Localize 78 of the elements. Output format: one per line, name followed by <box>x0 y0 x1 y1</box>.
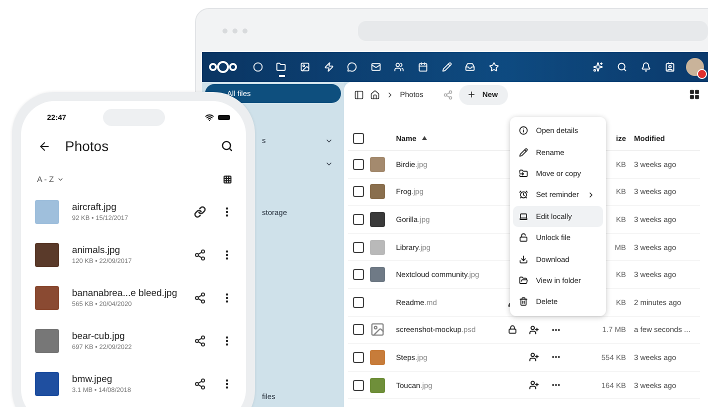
folder-arrow-icon <box>519 168 528 178</box>
plus-icon <box>467 90 476 99</box>
pencil-icon <box>442 62 452 72</box>
bell-icon <box>641 62 651 72</box>
contact-card-icon <box>665 62 675 72</box>
file-name[interactable]: bmw.jpeg <box>72 374 190 384</box>
file-name[interactable]: bananabrea...e bleed.jpg <box>72 288 190 298</box>
home-icon[interactable] <box>370 90 380 100</box>
grid-icon <box>222 174 232 184</box>
add-user-icon <box>529 380 539 390</box>
search-icon <box>617 62 627 72</box>
circle-icon <box>252 62 263 72</box>
photo-placeholder <box>370 156 385 172</box>
add-user-icon <box>529 324 539 335</box>
row-checkbox[interactable] <box>353 324 364 336</box>
share-icon <box>194 248 206 260</box>
unlock-icon <box>519 233 528 242</box>
sidebar-toggle-icon[interactable] <box>354 90 364 100</box>
mail-icon <box>370 62 381 72</box>
folder-icon <box>519 276 528 285</box>
file-name[interactable]: bear-cub.jpg <box>72 330 190 342</box>
row-checkbox[interactable] <box>353 158 364 170</box>
info-icon <box>519 126 528 136</box>
photo-placeholder <box>35 286 59 310</box>
photo-placeholder <box>370 212 385 227</box>
row-checkbox[interactable] <box>353 186 364 198</box>
folder-icon <box>276 62 286 72</box>
link-icon <box>194 206 206 218</box>
back-arrow-icon <box>38 140 50 152</box>
chat-bubble-icon <box>347 62 358 72</box>
chevron-right-icon <box>386 90 394 98</box>
photo-placeholder <box>370 378 385 393</box>
photo-placeholder <box>35 328 59 352</box>
sort-caret-icon <box>422 136 428 140</box>
image-icon <box>370 322 385 338</box>
pencil-icon <box>519 148 528 157</box>
wifi-icon <box>205 112 214 122</box>
window-dots-icon <box>222 28 248 34</box>
row-checkbox[interactable] <box>353 380 364 391</box>
row-checkbox[interactable] <box>353 214 364 225</box>
chevron-down-icon <box>56 176 64 182</box>
file-name[interactable]: animals.jpg <box>72 244 190 256</box>
share-icon <box>194 292 206 304</box>
share-icon <box>194 334 206 346</box>
sort-button[interactable]: A - Z <box>37 174 64 184</box>
row-checkbox[interactable] <box>353 269 364 280</box>
tray-icon <box>465 62 476 72</box>
avatar[interactable] <box>686 58 704 76</box>
share-icon <box>194 378 206 390</box>
photo-placeholder <box>35 200 59 224</box>
photo-placeholder <box>370 240 385 255</box>
photo-placeholder <box>370 267 385 282</box>
sparkle-icon <box>593 62 603 72</box>
star-icon <box>488 62 499 72</box>
grid-view-icon[interactable] <box>689 89 700 100</box>
battery-icon <box>218 114 230 120</box>
alarm-clock-icon <box>519 190 528 200</box>
row-checkbox[interactable] <box>353 296 364 308</box>
people-icon <box>394 62 404 72</box>
lightning-icon <box>324 62 334 72</box>
status-badge <box>697 69 707 79</box>
trash-icon <box>519 297 528 306</box>
select-all-checkbox[interactable] <box>353 132 364 144</box>
photo-placeholder <box>370 350 385 365</box>
search-icon <box>221 140 233 152</box>
row-checkbox[interactable] <box>353 242 364 253</box>
download-icon <box>519 254 528 264</box>
laptop-icon <box>519 212 528 221</box>
photo-placeholder <box>35 372 59 396</box>
photo-placeholder <box>370 184 385 200</box>
screen-title: Photos <box>65 138 110 154</box>
add-user-icon <box>529 352 539 362</box>
logo-icon <box>208 60 238 74</box>
image-icon <box>300 62 310 72</box>
photo-placeholder <box>35 242 59 266</box>
row-checkbox[interactable] <box>353 352 364 363</box>
calendar-icon <box>418 62 428 72</box>
file-name[interactable]: aircraft.jpg <box>72 202 190 212</box>
